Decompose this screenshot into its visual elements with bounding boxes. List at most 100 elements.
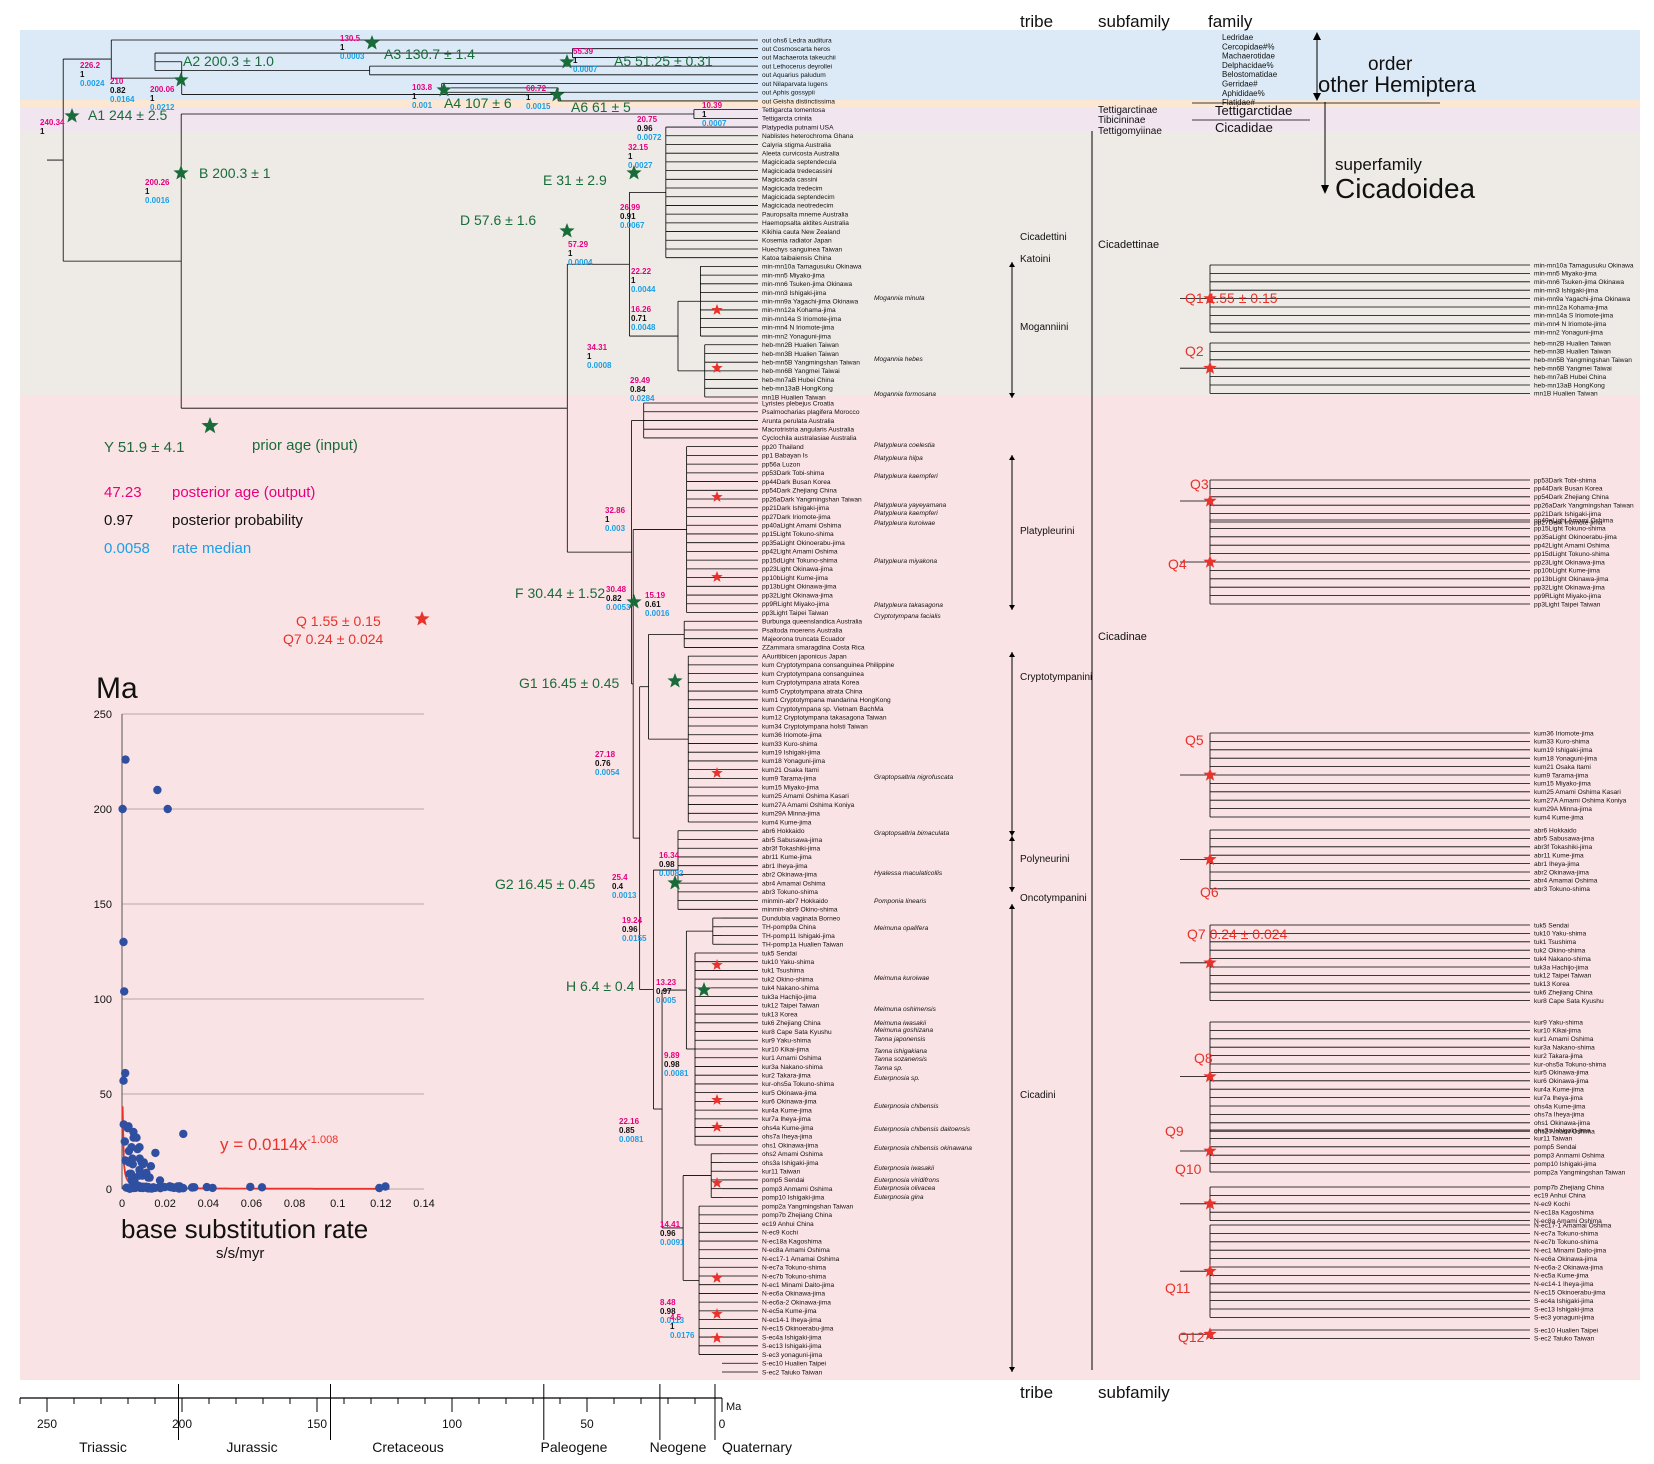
node-rate: 0.0003 <box>340 52 365 61</box>
node-age: 27.18 <box>595 750 616 759</box>
node-probability: 1 <box>526 93 531 102</box>
scatter-point <box>187 1183 197 1192</box>
node-rate: 0.0027 <box>628 161 653 170</box>
leaf-label: ohs7a Iheya-jima <box>762 1134 813 1141</box>
node-rate: 0.0091 <box>660 1238 685 1247</box>
scatter-xtick: 0.14 <box>413 1198 434 1210</box>
node-probability: 1 <box>605 515 610 524</box>
node-probability: 0.96 <box>660 1229 676 1238</box>
node-age: 200.26 <box>145 178 170 187</box>
leaf-label: S-ec3 yonaguni-jima <box>762 1352 822 1359</box>
leaf-label: Tettigarcta crinita <box>762 116 812 123</box>
leaf-label: N-ec8a Amami Oshima <box>762 1247 830 1254</box>
leaf-label: N-ec5a Kume-jima <box>762 1308 817 1315</box>
node-age: 26.99 <box>620 203 641 212</box>
node-rate: 0.0081 <box>664 1069 689 1078</box>
node-rate: 0.003 <box>605 524 626 533</box>
subtree-leaf-label: abr3 Tokuno-shima <box>1534 886 1590 893</box>
footer-subfamily: subfamily <box>1098 1383 1170 1402</box>
species-group-label: Euterpnosia iwasakii <box>874 1165 935 1172</box>
leaf-label: heb-mn13aB HongKong <box>762 386 833 393</box>
node-age: 22.22 <box>631 267 652 276</box>
node-rate: 0.0007 <box>702 119 727 128</box>
leaf-label: Magicicada septendecim <box>762 194 835 201</box>
leaf-label: kum5 Cryptotympana atrata China <box>762 688 863 695</box>
leaf-label: pp40aLight Amami Oshima <box>762 523 841 530</box>
leaf-label: tuk6 Zhejiang China <box>762 1020 821 1027</box>
node-age: 60.72 <box>526 84 547 93</box>
leaf-label: N-ec9 Kochi <box>762 1230 798 1237</box>
node-age: 29.49 <box>630 376 651 385</box>
calibration-label: B 200.3 ± 1 <box>199 165 271 181</box>
scatter-point <box>257 1183 267 1192</box>
leaf-label: min-mn3 Ishigaki-jima <box>762 290 826 297</box>
leaf-label: kur8 Cape Sata Kyushu <box>762 1029 832 1036</box>
legend-q-line1: Q 1.55 ± 0.15 <box>296 613 381 629</box>
subtree-leaf-label: N-ec7b Tokuno-shima <box>1534 1239 1598 1246</box>
species-group-label: Meimuna oshimensis <box>874 1006 937 1013</box>
subtree-leaf-label: N-ec7a Tokuno-shima <box>1534 1231 1598 1238</box>
family-item: Cercopidae#% <box>1222 42 1274 51</box>
scatter-point <box>147 1184 156 1193</box>
leaf-label: kum9 Tarama-jima <box>762 776 816 783</box>
node-probability: 1 <box>150 94 155 103</box>
species-group-label: Euterpnosia chibensis okinawana <box>874 1145 972 1152</box>
subtree-leaf-label: pomp5 Sendai <box>1534 1144 1577 1151</box>
leaf-label: abr5 Sabusawa-jima <box>762 837 822 844</box>
leaf-label: Kosemia radiator Japan <box>762 238 832 245</box>
leaf-label: tuk13 Korea <box>762 1011 798 1018</box>
subtree-leaf-label: pp15dLight Tokuno-shima <box>1534 551 1610 558</box>
node-probability: 1 <box>628 152 633 161</box>
leaf-label: tuk3a Hachijo-jima <box>762 994 817 1001</box>
scatter-point <box>146 1162 156 1171</box>
leaf-label: out Aphis gossypii <box>762 90 815 97</box>
calibration-label: A1 244 ± 2.5 <box>88 107 168 123</box>
scatter-point <box>121 755 130 764</box>
legend-y-label: Y 51.9 ± 4.1 <box>104 439 185 456</box>
subtree-leaf-label: tuk1 Tsushima <box>1534 939 1576 946</box>
leaf-label: Dundubia vaginata Borneo <box>762 915 840 922</box>
subtree-leaf-label: pp42Light Amami Oshima <box>1534 543 1610 550</box>
node-probability: 1 <box>412 92 417 101</box>
node-rate: 0.0024 <box>80 79 105 88</box>
leaf-label: min-mn12a Kohama-jima <box>762 307 836 314</box>
node-age: 8.48 <box>660 1298 676 1307</box>
leaf-label: N-ec15 Okinoerabu-jima <box>762 1326 834 1333</box>
leaf-label: kum34 Cryptotympana holsti Taiwan <box>762 723 868 730</box>
leaf-label: abr6 Hokkaido <box>762 828 805 835</box>
calibration-label: G1 16.45 ± 0.45 <box>519 675 620 691</box>
scatter-ytick: 200 <box>94 804 112 816</box>
node-probability: 0.71 <box>631 314 647 323</box>
timescale-label: 150 <box>307 1417 327 1431</box>
timescale-label: 0 <box>719 1417 726 1431</box>
leaf-label: kum19 Ishigaki-jima <box>762 750 821 757</box>
subfamily-label: Cicadinae <box>1098 631 1147 643</box>
subtree-leaf-label: heb-mn13aB HongKong <box>1534 382 1605 389</box>
q-label: Q4 <box>1168 556 1187 572</box>
node-rate: 0.001 <box>412 101 433 110</box>
subfamily-label: Tibicininae <box>1098 115 1146 126</box>
node-rate: 0.0054 <box>595 768 620 777</box>
leaf-label: Tettigarcta tomentosa <box>762 107 825 114</box>
subtree-leaf-label: min-mn3 Ishigaki-jima <box>1534 288 1598 295</box>
node-age: 57.29 <box>568 240 589 249</box>
leaf-label: tuk1 Tsushima <box>762 968 804 975</box>
subtree-leaf-label: tuk3a Hachijo-jima <box>1534 964 1589 971</box>
leaf-label: out Lethocerus deyrollei <box>762 63 833 70</box>
node-probability: 0.98 <box>659 860 675 869</box>
leaf-label: pomp7b Zhejiang China <box>762 1212 832 1219</box>
leaf-label: pp26aDark Yangmingshan Taiwan <box>762 496 862 503</box>
leaf-label: kur5 Okinawa-jima <box>762 1090 817 1097</box>
subtree-leaf-label: pp26aDark Yangmingshan Taiwan <box>1534 503 1634 510</box>
node-age: 103.8 <box>412 83 433 92</box>
leaf-label: Magicicada tredecim <box>762 185 823 192</box>
tribe-label: Cicadini <box>1020 1090 1056 1101</box>
leaf-label: pp27Dark Iriomote-jima <box>762 514 831 521</box>
leaf-label: min-mn6 Tsuken-jima Okinawa <box>762 281 852 288</box>
legend-rate: rate median <box>172 540 251 557</box>
subtree-leaf-label: N-ec1 Minami Daito-jima <box>1534 1248 1607 1255</box>
subtree-leaf-label: kum36 Iriomote-jima <box>1534 730 1594 737</box>
scatter-ytick: 250 <box>94 709 112 721</box>
node-probability: 0.98 <box>664 1060 680 1069</box>
calibration-label: H 6.4 ± 0.4 <box>566 978 635 994</box>
